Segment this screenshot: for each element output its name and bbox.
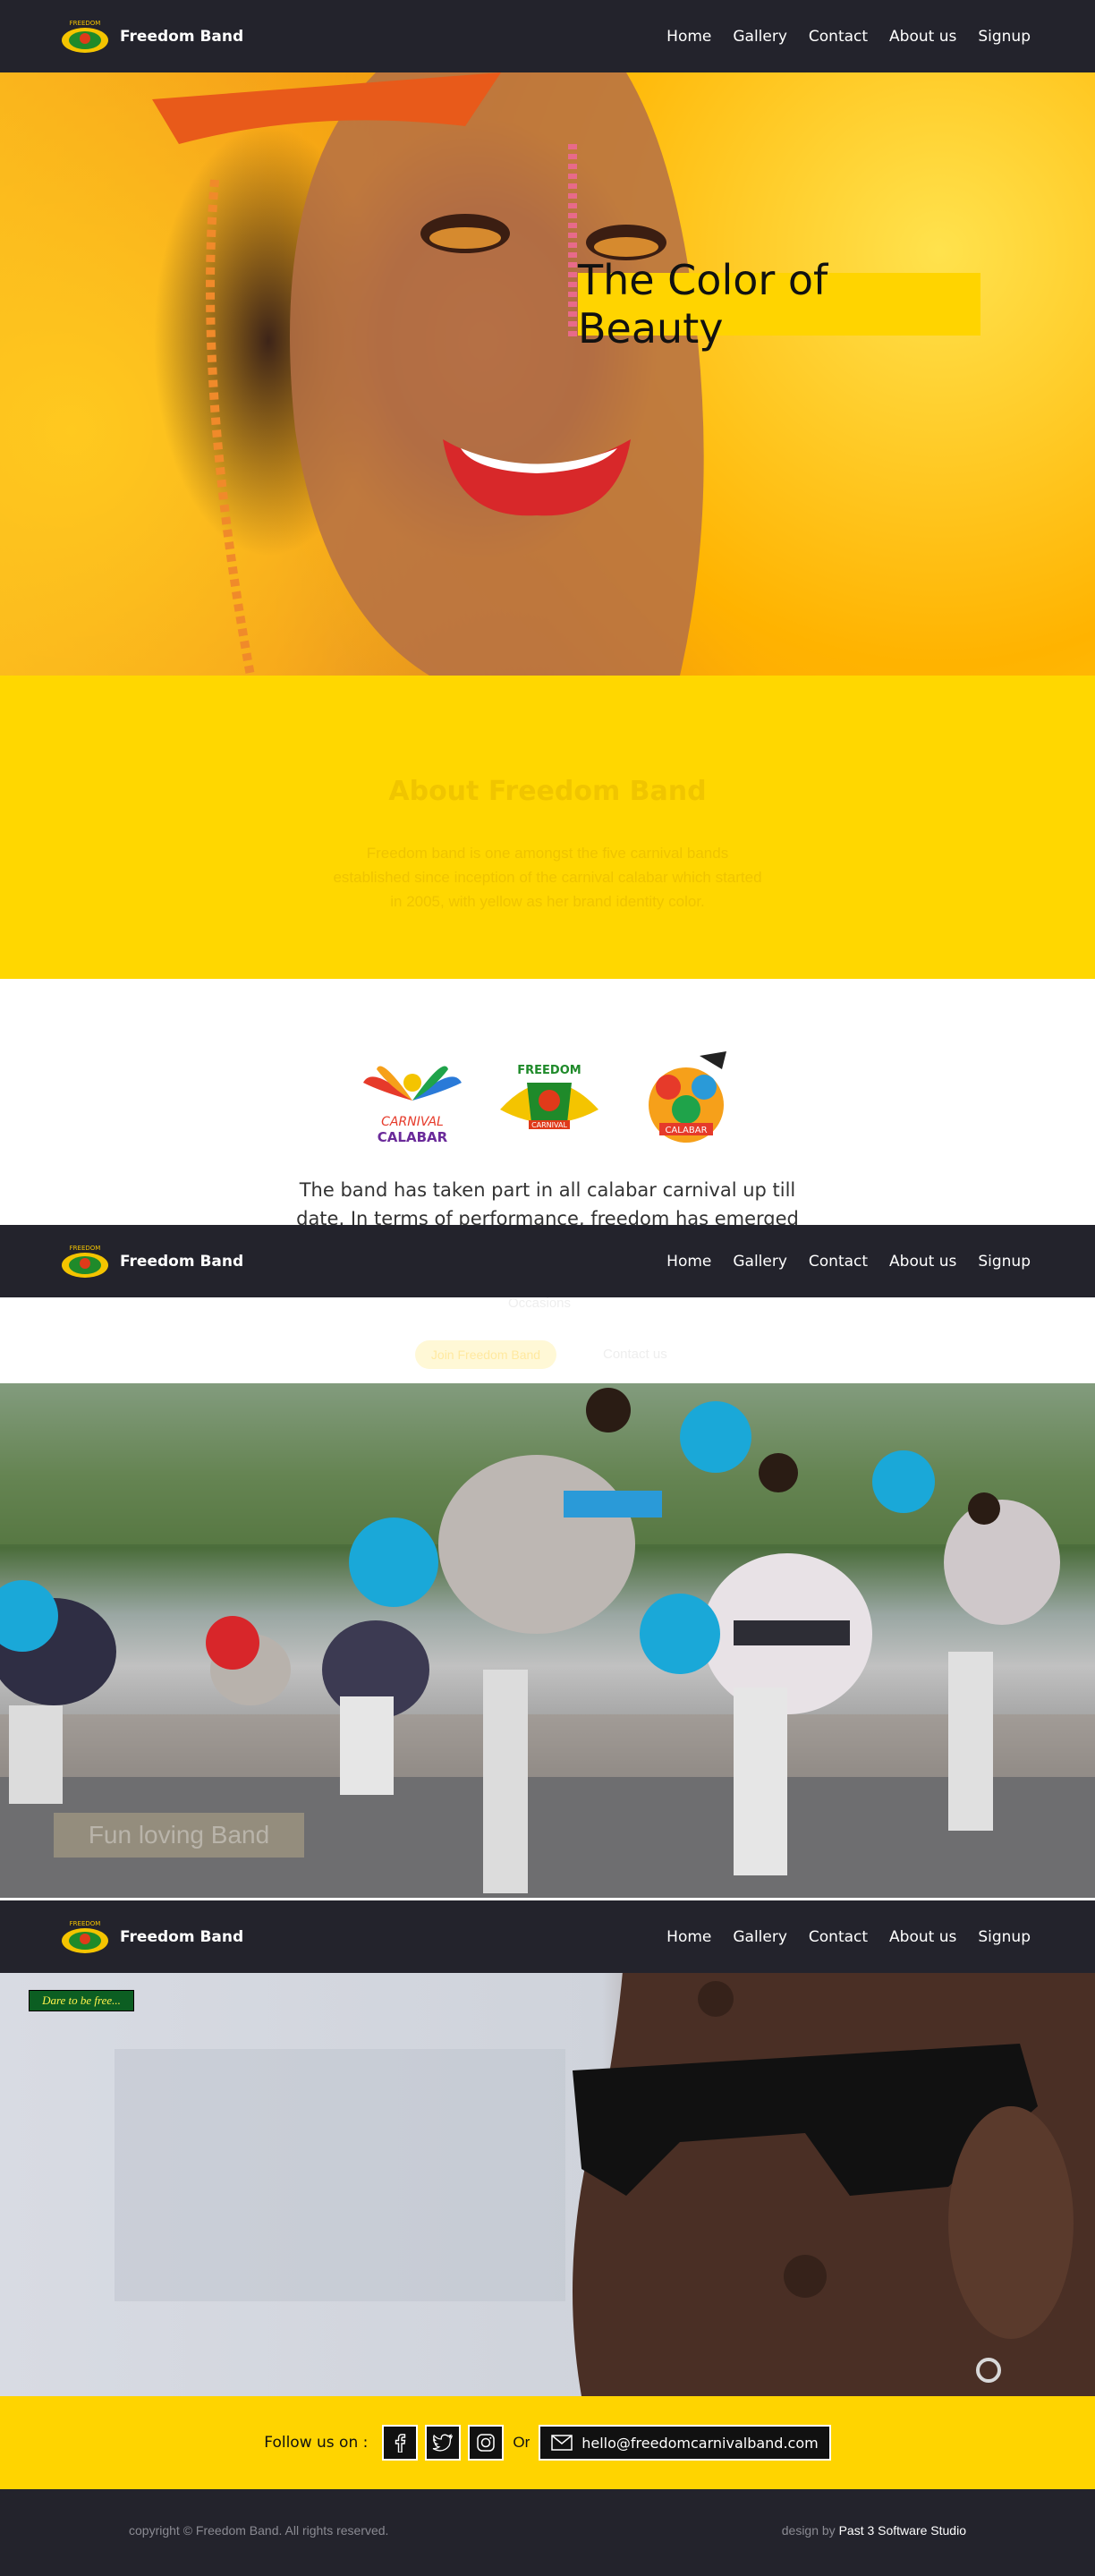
nav-links: Home Gallery Contact About us Signup xyxy=(666,1928,1031,1946)
contact-link[interactable]: Contact us xyxy=(603,1347,667,1362)
nav-home[interactable]: Home xyxy=(666,1928,711,1946)
follow-bar: Follow us on : Or hello@freedomcarnivalb… xyxy=(0,2396,1095,2489)
nav-home[interactable]: Home xyxy=(666,28,711,46)
about-section: About Freedom Band Freedom band is one a… xyxy=(0,676,1095,979)
nav-signup[interactable]: Signup xyxy=(978,28,1031,46)
nav-links: Home Gallery Contact About us Signup xyxy=(666,28,1031,46)
partner-logos: CARNIVAL CALABAR FREEDOM CARNIVAL CALABA… xyxy=(354,1047,744,1154)
hero-banner: The Color of Beauty xyxy=(0,72,1095,676)
top-navbar: FREEDOM Freedom Band Home Gallery Contac… xyxy=(0,0,1095,72)
follow-label: Follow us on : xyxy=(264,2434,369,2452)
brand-name: Freedom Band xyxy=(120,1927,244,1946)
nav-gallery[interactable]: Gallery xyxy=(733,28,787,46)
nav-signup[interactable]: Signup xyxy=(978,1928,1031,1946)
email-address: hello@freedomcarnivalband.com xyxy=(581,2434,819,2452)
join-band-button[interactable]: Join Freedom Band xyxy=(415,1340,556,1369)
brand-name: Freedom Band xyxy=(120,27,244,46)
credit-prefix: design by xyxy=(781,2523,836,2538)
svg-text:CARNIVAL: CARNIVAL xyxy=(381,1115,444,1129)
mail-icon xyxy=(551,2435,573,2451)
dancers-image-section: Fun loving Band xyxy=(0,1383,1095,1898)
freedom-logo-icon: FREEDOM xyxy=(57,1917,113,1957)
copyright-text: copyright © Freedom Band. All rights res… xyxy=(129,2523,389,2538)
nav-signup[interactable]: Signup xyxy=(978,1253,1031,1271)
freedom-logo-icon: FREEDOM xyxy=(57,1242,113,1281)
nav-gallery[interactable]: Gallery xyxy=(733,1253,787,1271)
svg-text:FREEDOM: FREEDOM xyxy=(517,1064,581,1077)
closeup-image-section: Dare to be free... xyxy=(0,1900,1095,2396)
tagline-badge: Dare to be free... xyxy=(29,1990,134,2011)
nav-contact[interactable]: Contact xyxy=(809,28,868,46)
brand[interactable]: FREEDOM Freedom Band xyxy=(57,1917,243,1957)
nav-about[interactable]: About us xyxy=(889,1253,956,1271)
email-button[interactable]: hello@freedomcarnivalband.com xyxy=(539,2425,831,2461)
freedom-logo-icon: FREEDOM xyxy=(57,17,113,56)
svg-text:CALABAR: CALABAR xyxy=(378,1129,448,1145)
about-heading: About Freedom Band xyxy=(388,776,707,807)
nav-contact[interactable]: Contact xyxy=(809,1253,868,1271)
dancers-caption: Fun loving Band xyxy=(54,1813,304,1858)
nav-about[interactable]: About us xyxy=(889,1928,956,1946)
svg-text:FREEDOM: FREEDOM xyxy=(70,1920,101,1927)
video-player[interactable] xyxy=(115,2049,565,2301)
hero-title: The Color of Beauty xyxy=(578,256,980,353)
instagram-icon[interactable] xyxy=(468,2425,505,2461)
about-text: Freedom band is one amongst the five car… xyxy=(333,845,762,910)
nav-links: Home Gallery Contact About us Signup xyxy=(666,1253,1031,1271)
svg-text:FREEDOM: FREEDOM xyxy=(70,1245,101,1252)
footer: copyright © Freedom Band. All rights res… xyxy=(0,2489,1095,2576)
brand[interactable]: FREEDOM Freedom Band xyxy=(57,1242,243,1281)
svg-text:CALABAR: CALABAR xyxy=(665,1126,707,1135)
facebook-icon[interactable] xyxy=(382,2425,419,2461)
brand[interactable]: FREEDOM Freedom Band xyxy=(57,17,243,56)
carnival-calabar-logo-icon: CARNIVAL CALABAR xyxy=(354,1047,471,1154)
nav-gallery[interactable]: Gallery xyxy=(733,1928,787,1946)
calabar-carnival-logo-icon: CALABAR xyxy=(628,1047,744,1154)
or-label: Or xyxy=(513,2434,531,2451)
freedom-carnival-logo-icon: FREEDOM CARNIVAL xyxy=(491,1047,607,1154)
credit-studio-link[interactable]: Past 3 Software Studio xyxy=(839,2523,966,2538)
hero-image xyxy=(152,72,704,676)
nav-contact[interactable]: Contact xyxy=(809,1928,868,1946)
brand-name: Freedom Band xyxy=(120,1252,244,1271)
partners-section: CARNIVAL CALABAR FREEDOM CARNIVAL CALABA… xyxy=(0,979,1095,1383)
svg-text:FREEDOM: FREEDOM xyxy=(70,20,101,27)
twitter-icon[interactable] xyxy=(425,2425,462,2461)
design-credit: design by Past 3 Software Studio xyxy=(782,2523,966,2538)
faded-occasions-text: Occasions xyxy=(508,1296,572,1311)
nav-home[interactable]: Home xyxy=(666,1253,711,1271)
nav-about[interactable]: About us xyxy=(889,28,956,46)
sticky-navbar-lower: FREEDOM Freedom Band Home Gallery Contac… xyxy=(0,1900,1095,1973)
sticky-navbar: FREEDOM Freedom Band Home Gallery Contac… xyxy=(0,1225,1095,1297)
svg-text:CARNIVAL: CARNIVAL xyxy=(531,1121,567,1129)
